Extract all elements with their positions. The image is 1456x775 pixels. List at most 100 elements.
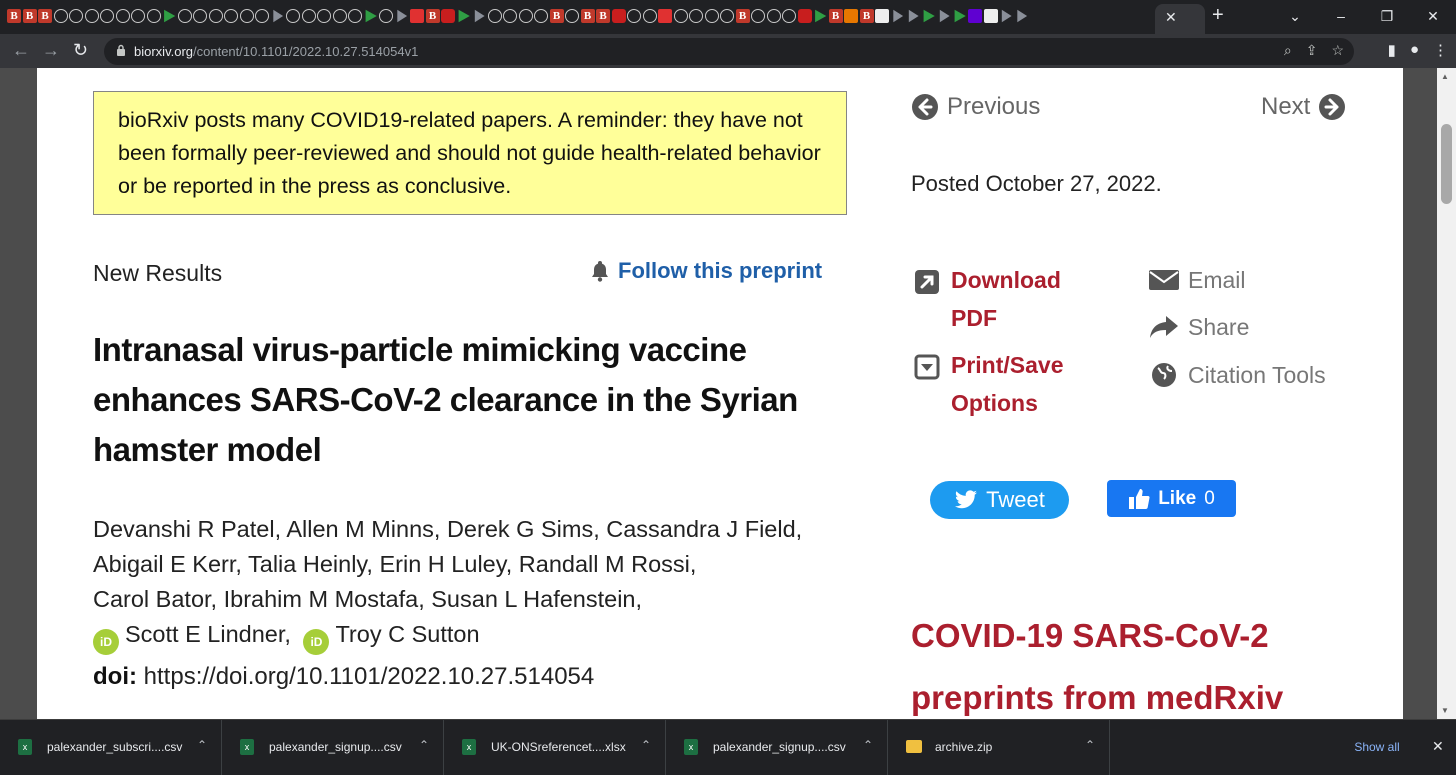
browser-tab[interactable]: [812, 6, 828, 28]
browser-tab[interactable]: [239, 6, 255, 28]
tweet-button[interactable]: Tweet: [930, 481, 1069, 519]
download-item[interactable]: x palexander_subscri....csv ⌃: [0, 720, 222, 775]
browser-tab[interactable]: [363, 6, 379, 28]
browser-tab[interactable]: [270, 6, 286, 28]
close-downloads-icon[interactable]: ✕: [1432, 738, 1444, 755]
browser-tab[interactable]: [440, 6, 456, 28]
browser-tab[interactable]: [53, 6, 69, 28]
download-item[interactable]: archive.zip ⌃: [888, 720, 1110, 775]
address-bar[interactable]: biorxiv.org/content/10.1101/2022.10.27.5…: [104, 38, 1354, 65]
browser-tab[interactable]: [1014, 6, 1030, 28]
browser-tab[interactable]: [781, 6, 797, 28]
menu-icon[interactable]: ⋮: [1433, 41, 1448, 59]
browser-tab[interactable]: [657, 6, 673, 28]
bookmark-star-icon[interactable]: ☆: [1331, 42, 1344, 59]
browser-tab[interactable]: [487, 6, 503, 28]
browser-tab[interactable]: [843, 6, 859, 28]
browser-tab[interactable]: [146, 6, 162, 28]
author-lindner[interactable]: Scott E Lindner,: [125, 621, 291, 647]
browser-tab[interactable]: [688, 6, 704, 28]
browser-tab[interactable]: [967, 6, 983, 28]
browser-tab[interactable]: [673, 6, 689, 28]
browser-tab[interactable]: [797, 6, 813, 28]
browser-tab[interactable]: [890, 6, 906, 28]
browser-tab[interactable]: [301, 6, 317, 28]
facebook-like-button[interactable]: Like 0: [1107, 480, 1236, 517]
browser-tab[interactable]: [983, 6, 999, 28]
side-panel-icon[interactable]: ▮: [1388, 41, 1396, 59]
zoom-icon[interactable]: ⌕: [1284, 42, 1292, 59]
browser-tab[interactable]: [533, 6, 549, 28]
browser-tab[interactable]: [766, 6, 782, 28]
browser-tab[interactable]: [409, 6, 425, 28]
browser-tab[interactable]: [595, 6, 611, 28]
authors-line[interactable]: Devanshi R Patel, Allen M Minns, Derek G…: [93, 512, 853, 547]
browser-tab[interactable]: [750, 6, 766, 28]
share-page-icon[interactable]: ⇪: [1306, 42, 1318, 59]
scroll-thumb[interactable]: [1441, 124, 1452, 204]
doi-link[interactable]: https://doi.org/10.1101/2022.10.27.51405…: [144, 663, 595, 690]
browser-tab[interactable]: [425, 6, 441, 28]
print-save-link[interactable]: Print/Save Options: [914, 346, 1081, 422]
chevron-up-icon[interactable]: ⌃: [197, 738, 207, 752]
browser-tab[interactable]: [611, 6, 627, 28]
browser-tab[interactable]: [828, 6, 844, 28]
follow-preprint-link[interactable]: Follow this preprint: [590, 258, 822, 284]
browser-tab[interactable]: [115, 6, 131, 28]
browser-tab[interactable]: [177, 6, 193, 28]
back-icon[interactable]: ←: [12, 40, 30, 61]
browser-tab[interactable]: [192, 6, 208, 28]
browser-tab[interactable]: [952, 6, 968, 28]
reload-icon[interactable]: ↻: [73, 40, 88, 61]
chevron-up-icon[interactable]: ⌃: [863, 738, 873, 752]
maximize-icon[interactable]: ❐: [1364, 0, 1410, 32]
url-text[interactable]: biorxiv.org/content/10.1101/2022.10.27.5…: [134, 44, 418, 59]
browser-tab[interactable]: [642, 6, 658, 28]
browser-tab[interactable]: [37, 6, 53, 28]
browser-tab[interactable]: [285, 6, 301, 28]
profile-icon[interactable]: ●: [1410, 41, 1419, 59]
browser-tab[interactable]: [332, 6, 348, 28]
browser-tab[interactable]: [735, 6, 751, 28]
browser-tab[interactable]: [84, 6, 100, 28]
browser-tab[interactable]: [99, 6, 115, 28]
browser-tab[interactable]: [905, 6, 921, 28]
new-tab-button[interactable]: +: [1212, 4, 1224, 27]
browser-tab[interactable]: [998, 6, 1014, 28]
tab-active[interactable]: ✕: [1155, 4, 1205, 34]
browser-tab[interactable]: [161, 6, 177, 28]
vertical-scrollbar[interactable]: ▲ ▼: [1437, 68, 1456, 719]
next-link[interactable]: Next: [1261, 93, 1346, 121]
forward-icon[interactable]: →: [42, 40, 60, 61]
browser-tab[interactable]: [394, 6, 410, 28]
authors-line[interactable]: Abigail E Kerr, Talia Heinly, Erin H Lul…: [93, 547, 853, 582]
browser-tab[interactable]: [564, 6, 580, 28]
browser-tab[interactable]: [316, 6, 332, 28]
browser-tab[interactable]: [456, 6, 472, 28]
chevron-up-icon[interactable]: ⌃: [419, 738, 429, 752]
citation-tools-link[interactable]: Citation Tools: [1152, 362, 1326, 389]
browser-tab[interactable]: [580, 6, 596, 28]
browser-tab[interactable]: [921, 6, 937, 28]
authors-line[interactable]: Carol Bator, Ibrahim M Mostafa, Susan L …: [93, 582, 853, 617]
browser-tab[interactable]: [859, 6, 875, 28]
tab-search-icon[interactable]: ⌄: [1272, 0, 1318, 32]
download-item[interactable]: x palexander_signup....csv ⌃: [222, 720, 444, 775]
minimize-icon[interactable]: –: [1318, 0, 1364, 32]
show-all-button[interactable]: Show all: [1340, 732, 1414, 762]
close-window-icon[interactable]: ✕: [1410, 0, 1456, 32]
browser-tab[interactable]: [704, 6, 720, 28]
browser-tab[interactable]: [518, 6, 534, 28]
browser-tab[interactable]: [6, 6, 22, 28]
browser-tab[interactable]: [130, 6, 146, 28]
browser-tab[interactable]: [208, 6, 224, 28]
browser-tab[interactable]: [22, 6, 38, 28]
browser-tab[interactable]: [254, 6, 270, 28]
download-item[interactable]: x UK-ONSreferencet....xlsx ⌃: [444, 720, 666, 775]
download-pdf-link[interactable]: Download PDF: [915, 261, 1081, 337]
browser-tab[interactable]: [936, 6, 952, 28]
browser-tab[interactable]: [502, 6, 518, 28]
browser-tab[interactable]: [719, 6, 735, 28]
orcid-icon[interactable]: iD: [93, 629, 119, 655]
chevron-up-icon[interactable]: ⌃: [1085, 738, 1095, 752]
